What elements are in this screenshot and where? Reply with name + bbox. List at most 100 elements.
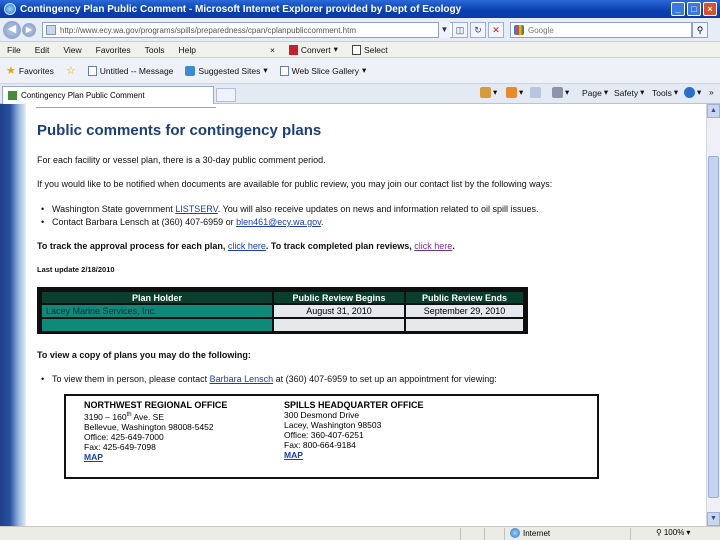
zoom-control[interactable]: ⚲ 100% ▾	[656, 528, 690, 537]
chevron-down-icon: ▾	[640, 87, 645, 97]
help-button[interactable]: ▾	[684, 87, 701, 98]
office-name: NORTHWEST REGIONAL OFFICE	[84, 400, 228, 410]
listserv-link[interactable]: LISTSERV	[175, 204, 218, 214]
menu-edit[interactable]: Edit	[28, 45, 57, 55]
menu-tools[interactable]: Tools	[138, 45, 172, 55]
safety-menu-label: Safety	[614, 87, 639, 98]
table-cell	[42, 319, 272, 331]
page-menu[interactable]: Page ▾	[582, 87, 608, 98]
table-header: Plan Holder	[42, 292, 272, 303]
view-heading: To view a copy of plans you may do the f…	[37, 350, 251, 360]
office-address-line: Lacey, Washington 98503	[284, 420, 382, 430]
menu-view[interactable]: View	[56, 45, 88, 55]
table-cell: August 31, 2010	[274, 305, 404, 317]
tab-title: Contingency Plan Public Comment	[21, 91, 145, 100]
maximize-button[interactable]: □	[687, 2, 701, 16]
feeds-button[interactable]: ▾	[506, 87, 523, 98]
select-icon	[351, 44, 361, 55]
close-button[interactable]: ×	[703, 2, 717, 16]
scroll-up-button[interactable]: ▲	[707, 104, 720, 118]
track-approval-link[interactable]: click here	[228, 241, 266, 251]
menu-favorites[interactable]: Favorites	[89, 45, 138, 55]
favorite-suggested-sites[interactable]: Suggested Sites ▾	[179, 65, 273, 76]
menu-file[interactable]: File	[0, 45, 28, 55]
office-addresses-box: NORTHWEST REGIONAL OFFICE 3190 – 160th A…	[64, 394, 599, 479]
favorite-label: Suggested Sites	[198, 65, 261, 76]
page-menu-label: Page	[582, 87, 602, 98]
email-link[interactable]: blen461@ecy.wa.gov	[236, 217, 321, 227]
refresh-icon[interactable]: ↻	[470, 22, 486, 38]
notify-text: If you would like to be notified when do…	[37, 179, 553, 189]
add-favorite-icon[interactable]: ☆	[60, 64, 82, 77]
chevron-down-icon: ▾	[603, 87, 609, 97]
contact-link[interactable]: Barbara Lensch	[210, 374, 274, 384]
safety-menu[interactable]: Safety ▾	[614, 87, 644, 98]
back-button[interactable]: ◀	[3, 21, 21, 39]
suggested-sites-icon	[185, 65, 196, 76]
tools-menu-label: Tools	[652, 87, 672, 98]
favorite-untitled-message[interactable]: Untitled -- Message	[82, 65, 180, 76]
security-zone: Internet	[510, 528, 550, 538]
address-field[interactable]: http://www.ecy.wa.gov/programs/spills/pr…	[42, 22, 466, 38]
plans-table: Plan Holder Public Review Begins Public …	[37, 287, 528, 334]
map-link[interactable]: MAP	[84, 452, 227, 462]
bullet-text: . You will also receive updates on news …	[217, 204, 539, 214]
table-row	[42, 319, 523, 331]
printer-icon	[552, 87, 563, 98]
office-fax: Fax: 800-664-9184	[284, 440, 356, 450]
office-address-line: Bellevue, Washington 98008-5452	[84, 421, 214, 432]
compatibility-view-icon[interactable]: ◫	[452, 22, 468, 38]
stop-icon[interactable]: ✕	[488, 22, 504, 38]
status-divider	[484, 528, 485, 540]
zoom-icon: ⚲	[656, 528, 662, 537]
bullet-text: Washington State government	[52, 204, 176, 214]
favorites-bar: ★ Favorites ☆ Untitled -- Message Sugges…	[0, 58, 720, 84]
table-header: Public Review Ends	[406, 292, 523, 303]
list-item: Contact Barbara Lensch at (360) 407-6959…	[41, 217, 324, 227]
minimize-button[interactable]: _	[671, 2, 685, 16]
search-icon[interactable]: ⚲	[692, 22, 708, 38]
table-cell: September 29, 2010	[406, 305, 523, 317]
search-placeholder: Google	[528, 25, 554, 35]
last-update: Last update 2/18/2010	[37, 265, 115, 274]
home-icon	[480, 87, 491, 98]
bullet-text: .	[320, 217, 324, 227]
tools-menu[interactable]: Tools ▾	[652, 87, 678, 98]
rss-icon	[506, 87, 517, 98]
search-field[interactable]: Google	[510, 22, 692, 38]
window-title-bar[interactable]: Contingency Plan Public Comment - Micros…	[0, 0, 720, 18]
menu-help[interactable]: Help	[171, 45, 202, 55]
convert-button[interactable]: Convert ▾	[282, 44, 345, 55]
more-commands-icon[interactable]: »	[709, 87, 714, 97]
favorites-button[interactable]: ★ Favorites	[0, 64, 60, 77]
home-button[interactable]: ▾	[480, 87, 497, 98]
mail-button[interactable]	[530, 87, 541, 98]
vertical-scrollbar[interactable]: ▲ ▼	[706, 104, 720, 526]
window-title: Contingency Plan Public Comment - Micros…	[20, 3, 462, 15]
scroll-down-button[interactable]: ▼	[707, 512, 720, 526]
page-content: Public comments for contingency plans Fo…	[26, 104, 706, 526]
select-label: Select	[363, 44, 388, 55]
close-toolbar-icon[interactable]: ×	[263, 45, 282, 55]
favorite-web-slice-gallery[interactable]: Web Slice Gallery ▾	[274, 65, 373, 76]
window-controls: _ □ ×	[671, 2, 717, 16]
track-text-part: . To track completed plan reviews,	[265, 241, 415, 251]
track-completed-link[interactable]: click here	[414, 241, 452, 251]
tab-favicon-icon	[8, 91, 17, 100]
convert-label: Convert	[300, 44, 331, 55]
map-link[interactable]: MAP	[284, 450, 424, 460]
office-address-part: Ave. SE	[131, 411, 165, 422]
scroll-thumb[interactable]	[708, 156, 719, 498]
select-button[interactable]: Select	[345, 44, 395, 55]
table-cell	[274, 319, 404, 331]
address-dropdown-button[interactable]: ▼	[438, 22, 450, 38]
tab-contingency-plan[interactable]: Contingency Plan Public Comment	[2, 86, 214, 104]
favorites-label: Favorites	[18, 65, 54, 76]
print-button[interactable]: ▾	[552, 87, 569, 98]
office-phone: Office: 425-649-7000	[84, 431, 164, 442]
office-address-part: 3190 – 160	[84, 411, 127, 422]
forward-button[interactable]: ▶	[22, 23, 36, 37]
page-title: Public comments for contingency plans	[37, 122, 322, 139]
new-tab-button[interactable]	[216, 88, 236, 102]
table-row: Lacey Marine Services, Inc. August 31, 2…	[42, 305, 523, 317]
